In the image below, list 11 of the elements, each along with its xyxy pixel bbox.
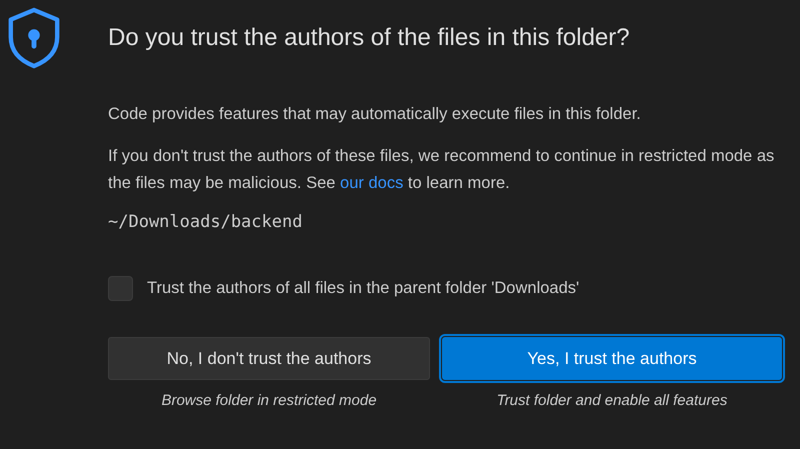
decline-button[interactable]: No, I don't trust the authors	[108, 337, 430, 380]
checkbox-label: Trust the authors of all files in the parent folder 'Downloads'	[147, 279, 580, 298]
docs-link[interactable]: our docs	[340, 174, 404, 192]
trust-button[interactable]: Yes, I trust the authors	[442, 337, 782, 380]
checkbox[interactable]	[108, 276, 133, 301]
dialog-title: Do you trust the authors of the files in this folder?	[108, 24, 630, 52]
button-caption: Browse folder in restricted mode	[161, 392, 377, 409]
message-text: Code provides features that may automatically execute files in this folder.	[108, 104, 642, 125]
warning-text: If you don't trust the authors of these files, we recommend to continue in restricted mode as the files may be malicious. See our docs to learn more.	[108, 146, 776, 194]
folder-path: ~/Downloads/backend	[108, 212, 304, 232]
button-caption: Trust folder and enable all features	[496, 392, 728, 409]
